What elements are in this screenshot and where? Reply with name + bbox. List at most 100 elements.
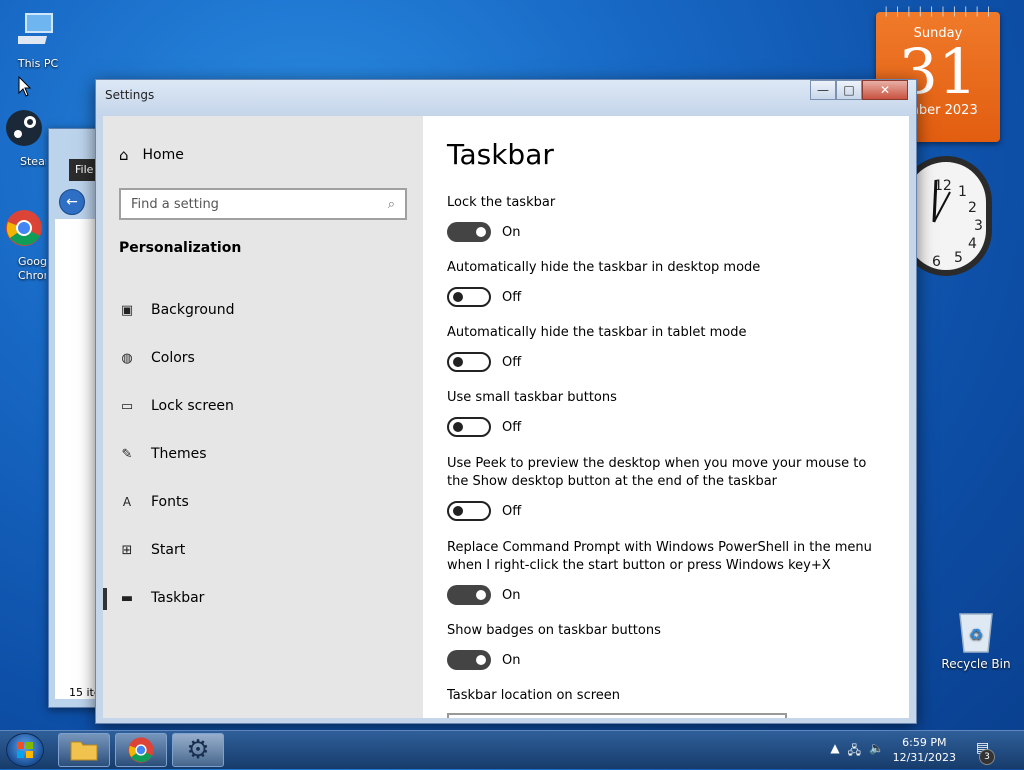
location-dropdown[interactable] (447, 713, 787, 718)
window-titlebar[interactable]: Settings — □ ✕ (96, 80, 916, 116)
toggle-switch[interactable] (447, 417, 491, 437)
taskbar: ⚙ ▲ 🖧 🔈 6:59 PM 12/31/2023 ▤ 3 (0, 730, 1024, 769)
setting-label: Automatically hide the taskbar in tablet… (447, 325, 747, 340)
close-icon: ✕ (879, 83, 891, 97)
search-input[interactable]: Find a setting ⌕ (119, 188, 407, 220)
palette-icon: ◍ (121, 350, 133, 366)
network-icon[interactable]: 🖧 (848, 741, 861, 762)
mouse-cursor-icon (18, 76, 32, 97)
toggle-switch[interactable] (447, 585, 491, 605)
setting-autohide-desktop: Automatically hide the taskbar in deskto… (447, 259, 887, 307)
setting-label: Lock the taskbar (447, 195, 556, 210)
sidebar-item-label: Taskbar (151, 590, 205, 606)
desktop-icon-this-pc[interactable]: This PC (6, 10, 70, 70)
section-title: Personalization (119, 240, 242, 256)
svg-text:♻: ♻ (969, 625, 983, 644)
taskbar-chrome[interactable] (115, 733, 167, 767)
notification-badge: 3 (979, 749, 995, 765)
computer-icon (14, 13, 53, 44)
clock-hands (932, 179, 951, 223)
setting-label: Show badges on taskbar buttons (447, 623, 661, 638)
tray-icons: ▲ 🖧 🔈 (830, 741, 884, 762)
sidebar-item-themes[interactable]: ✎ Themes (103, 430, 423, 478)
sidebar-item-lock-screen[interactable]: ▭ Lock screen (103, 382, 423, 430)
sidebar-item-start[interactable]: ⊞ Start (103, 526, 423, 574)
desktop-icon-chrome[interactable]: Google Chrome (2, 208, 46, 283)
tray-time: 6:59 PM (902, 736, 947, 749)
sidebar-item-label: Start (151, 542, 186, 558)
settings-content: Taskbar Lock the taskbar On Automaticall… (447, 116, 909, 718)
minimize-button[interactable]: — (810, 80, 836, 100)
chrome-icon (6, 210, 42, 246)
toggle-state: Off (502, 354, 522, 370)
recycle-bin-label: Recycle Bin (941, 657, 1011, 671)
close-button[interactable]: ✕ (862, 80, 908, 100)
toggle-state: On (502, 587, 521, 603)
taskbar-explorer[interactable] (58, 733, 110, 767)
setting-label: Automatically hide the taskbar in deskto… (447, 260, 761, 275)
image-icon: ▣ (120, 302, 134, 318)
sidebar-item-taskbar[interactable]: ▬ Taskbar (103, 574, 423, 622)
settings-window[interactable]: Settings — □ ✕ ⌂ Home Find a setting ⌕ P… (95, 79, 917, 724)
taskbar-settings[interactable]: ⚙ (172, 733, 224, 767)
folder-icon (70, 741, 98, 761)
setting-powershell: Replace Command Prompt with Windows Powe… (447, 539, 887, 605)
settings-sidebar: ⌂ Home Find a setting ⌕ Personalization … (103, 116, 423, 718)
chevron-up-icon[interactable]: ▲ (830, 741, 839, 762)
desktop-icon-label: This PC (17, 57, 59, 70)
chrome-icon (128, 737, 154, 763)
sidebar-item-background[interactable]: ▣ Background (103, 286, 423, 334)
setting-label: Use small taskbar buttons (447, 390, 617, 405)
setting-lock-taskbar: Lock the taskbar On (447, 194, 887, 242)
steam-icon (6, 110, 42, 146)
toggle-state: Off (502, 419, 522, 435)
search-icon: ⌕ (387, 196, 395, 212)
sidebar-item-colors[interactable]: ◍ Colors (103, 334, 423, 382)
search-placeholder: Find a setting (131, 196, 219, 212)
toggle-switch[interactable] (447, 287, 491, 307)
sidebar-item-label: Colors (151, 350, 195, 366)
sidebar-nav: ▣ Background ◍ Colors ▭ Lock screen ✎ Th… (103, 286, 423, 622)
sidebar-item-label: Themes (151, 446, 207, 462)
volume-muted-icon[interactable]: 🔈 (869, 741, 884, 762)
setting-small-buttons: Use small taskbar buttons Off (447, 389, 887, 437)
window-controls: — □ ✕ (810, 80, 908, 100)
window-title: Settings (105, 88, 155, 102)
home-nav-item[interactable]: ⌂ Home (119, 146, 184, 164)
setting-location: Taskbar location on screen (447, 687, 887, 705)
toggle-switch[interactable] (447, 501, 491, 521)
minimize-icon: — (817, 83, 829, 97)
toggle-state: Off (502, 289, 522, 305)
taskbar-icon: ▬ (120, 590, 134, 606)
setting-label: Taskbar location on screen (447, 688, 621, 703)
setting-badges: Show badges on taskbar buttons On (447, 622, 887, 670)
toggle-state: Off (502, 503, 522, 519)
toggle-state: On (502, 224, 521, 240)
sidebar-item-label: Background (151, 302, 235, 318)
desktop-icon-label: Steam (20, 155, 46, 168)
maximize-button[interactable]: □ (836, 80, 862, 100)
back-button[interactable]: ← (59, 189, 85, 215)
desktop-icon-recycle-bin[interactable]: ♻ Recycle Bin (940, 608, 1012, 671)
desktop-icon-steam[interactable]: Steam (2, 108, 46, 168)
brush-icon: ✎ (121, 446, 133, 462)
settings-client: ⌂ Home Find a setting ⌕ Personalization … (103, 116, 909, 718)
toggle-switch[interactable] (447, 650, 491, 670)
sidebar-item-fonts[interactable]: A Fonts (103, 478, 423, 526)
toggle-switch[interactable] (447, 352, 491, 372)
recycle-bin-icon: ♻ (959, 613, 993, 653)
setting-autohide-tablet: Automatically hide the taskbar in tablet… (447, 324, 887, 372)
setting-label: Use Peek to preview the desktop when you… (447, 456, 867, 489)
home-icon: ⌂ (119, 146, 129, 164)
tray-clock[interactable]: 6:59 PM 12/31/2023 (893, 735, 956, 765)
desktop-icon-label: Google Chrome (18, 255, 46, 282)
calendar-rings: ❘❘❘❘❘❘❘❘❘❘❘❘ (882, 6, 994, 17)
toggle-switch[interactable] (447, 222, 491, 242)
home-label: Home (142, 147, 184, 163)
font-icon: A (122, 495, 132, 509)
start-button[interactable] (6, 733, 44, 767)
setting-peek: Use Peek to preview the desktop when you… (447, 455, 887, 521)
toggle-state: On (502, 652, 521, 668)
sidebar-item-label: Fonts (151, 494, 189, 510)
windows-logo-icon (17, 742, 33, 758)
